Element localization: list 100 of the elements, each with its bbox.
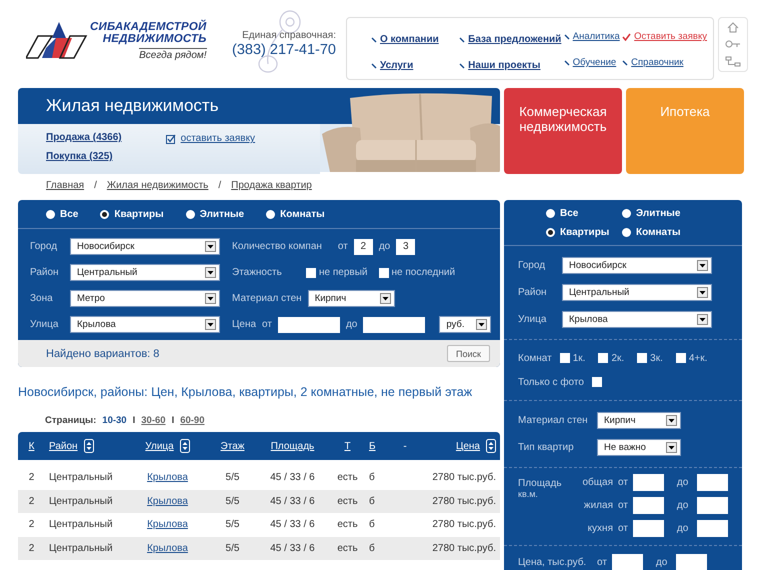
column-header-link[interactable]: Площадь [270,440,314,452]
field-label: от [618,500,628,511]
page-link[interactable]: 30-60 [141,414,166,426]
table-cell: 5/5 [226,542,240,554]
checkbox-label: Только с фото [518,376,584,388]
dropdown[interactable]: Центральный [562,284,712,301]
table-cell: б [369,519,375,530]
field-label: кухня [586,523,613,534]
dropdown[interactable]: Кирпич [597,412,681,429]
street-link[interactable]: Крылова [147,542,188,554]
field-label: Материал стен [518,415,589,426]
table-cell: 2780 тыс.руб. [432,496,496,507]
banner-title: Жилая недвижимость [46,96,219,116]
type-radio[interactable]: Элитные [622,208,702,219]
checkbox-label: 4+к. [688,352,708,364]
table-cell: 5/5 [226,519,240,530]
search-button[interactable]: Поиск [447,345,490,362]
breadcrumb-separator: / [218,180,222,193]
page-link[interactable]: 10-30 [102,414,127,426]
table-cell: б [369,496,375,507]
street-link[interactable]: Крылова [147,519,188,530]
field-label: общая [582,477,613,488]
checkbox-label: не первый [319,267,368,278]
number-field[interactable]: 3 [396,238,416,254]
dropdown[interactable]: Новосибирск [562,257,712,274]
table-cell: 5/5 [226,496,240,507]
field-label: Район [30,267,60,278]
column-header-link[interactable]: Т [344,440,351,452]
field-label: от [618,477,628,488]
phone-label: Единая справочная: [242,30,336,41]
category-link[interactable]: Продажа (4366) [46,132,122,143]
table-cell: есть [337,496,358,507]
column-header-link[interactable]: Улица [145,440,174,452]
field-label: Город [518,260,546,271]
column-header-link[interactable]: Район [49,440,78,452]
dropdown[interactable]: Новосибирск [70,238,220,255]
field-label: жилая [582,500,613,511]
request-link[interactable]: оставить заявку [180,133,256,144]
column-header-link[interactable]: Этаж [220,440,244,452]
breadcrumb-link[interactable]: Главная [46,180,84,194]
nav-link[interactable]: Аналитика [564,28,620,45]
type-radio[interactable]: Квартиры [100,208,164,220]
table-cell: Центральный [49,542,113,554]
nav-link[interactable]: Обучение [564,54,620,71]
nav-link[interactable]: О компании [353,34,439,45]
type-radio[interactable]: Квартиры [546,227,622,238]
pages-label: Страницы: [45,414,96,426]
field-label: Этажность [232,267,283,278]
category-tile[interactable]: Коммерческая недвижимость [504,88,622,174]
field-label: до [346,319,358,330]
table-cell: есть [337,542,358,554]
page-separator: I [172,414,174,426]
page-separator: I [132,414,136,426]
type-radio[interactable]: Комнаты [266,208,325,220]
field-label: от [618,523,628,534]
table-cell: 45 / 33 / 6 [270,542,315,554]
column-header-link[interactable]: Б [369,440,376,452]
nav-link[interactable]: Наши проекты [441,60,562,71]
tagline: Всегда рядом! [139,48,207,61]
street-link[interactable]: Крылова [147,472,188,484]
page-link[interactable]: 60-90 [180,414,205,426]
nav-link[interactable]: Оставить заявку [622,28,707,45]
field-label: до [378,241,390,252]
type-radio[interactable]: Все [546,208,622,219]
table-cell: 2 [28,519,34,530]
dropdown[interactable]: Центральный [70,264,220,281]
number-field[interactable]: 2 [354,238,373,254]
column-header-link[interactable]: К [28,440,34,452]
dropdown[interactable]: руб. [439,316,492,333]
nav-link[interactable]: Справочник [622,54,707,71]
table-cell: 2780 тыс.руб. [432,472,496,484]
type-radio[interactable]: Все [46,208,78,220]
table-cell: 2780 тыс.руб. [432,519,496,530]
column-header-link[interactable]: Цена [456,440,480,452]
breadcrumb-link[interactable]: Продажа квартир [231,180,312,194]
phone-number: (383) 217-41-70 [232,42,336,58]
category-link[interactable]: Покупка (325) [46,151,122,162]
dropdown[interactable]: Не важно [597,439,681,456]
breadcrumb-link[interactable]: Жилая недвижимость [106,180,208,194]
breadcrumb-separator: / [94,180,97,193]
type-radio[interactable]: Комнаты [622,227,702,238]
table-cell: 45 / 33 / 6 [270,496,315,507]
field-label: от [338,241,348,252]
dropdown[interactable]: Крылова [70,316,220,333]
field-label: до [676,500,688,511]
field-label: Количество компан [232,241,322,252]
dropdown[interactable]: Крылова [562,311,712,328]
field-label: Зона [30,293,54,304]
unit-label: кв.м. [518,489,539,499]
type-radio[interactable]: Элитные [186,208,244,220]
dropdown[interactable]: Метро [70,290,220,307]
nav-link[interactable]: База предложений [441,34,562,45]
table-cell: 45 / 33 / 6 [270,472,315,484]
dropdown[interactable]: Кирпич [308,290,395,307]
field-label: Улица [518,314,548,325]
nav-link[interactable]: Услуги [353,60,439,71]
street-link[interactable]: Крылова [147,496,188,507]
results-heading: Новосибирск, районы: Цен, Крылова, квартиры, 2 комнатные, не первый этаж [18,385,474,399]
brand-name: СИБАКАДЕМСТРОЙ [90,21,207,33]
field-label: от [262,319,272,330]
